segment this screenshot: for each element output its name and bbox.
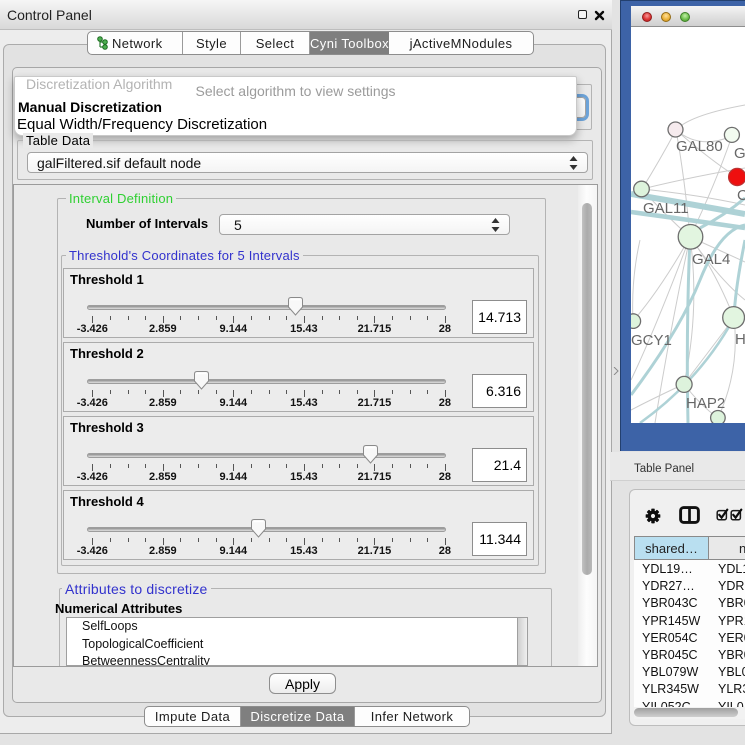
svg-text:H: H: [735, 331, 745, 348]
svg-text:GAL80: GAL80: [676, 138, 723, 155]
svg-text:HAP2: HAP2: [686, 395, 725, 412]
svg-text:GA: GA: [734, 145, 745, 162]
svg-text:GCY1: GCY1: [631, 332, 672, 349]
svg-text:GAL11: GAL11: [643, 200, 689, 217]
svg-text:C: C: [737, 187, 745, 204]
svg-text:GAL4: GAL4: [692, 251, 730, 268]
